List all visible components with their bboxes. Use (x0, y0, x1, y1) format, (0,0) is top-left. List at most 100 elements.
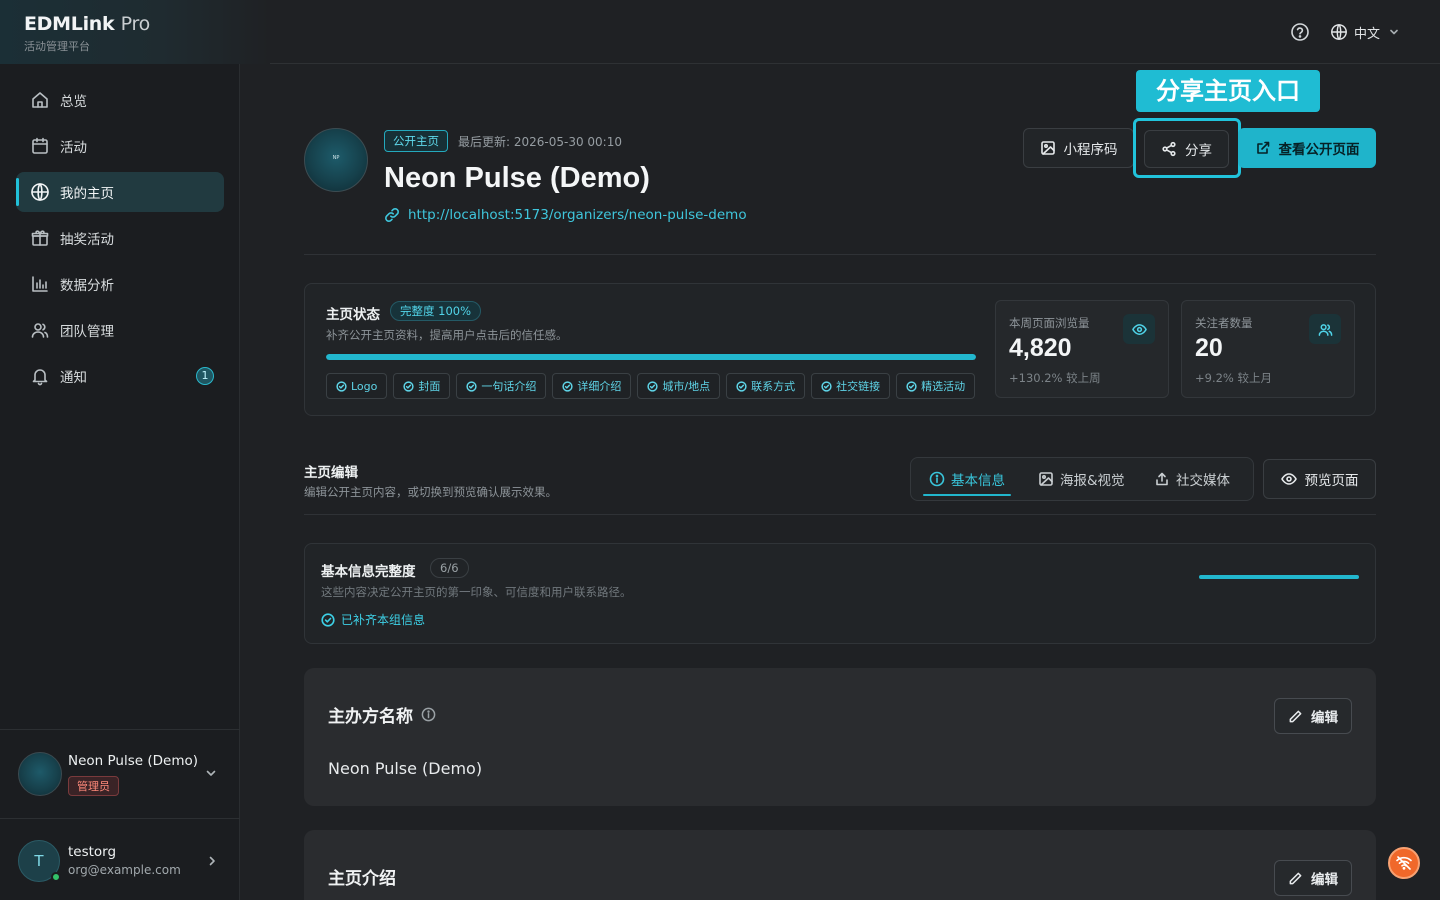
preview-label: 预览页面 (1304, 473, 1359, 489)
divider (0, 818, 240, 819)
user-name: testorg (68, 844, 117, 860)
tab-social-media[interactable]: 社交媒体 (1154, 458, 1230, 500)
chip-label: Logo (351, 379, 378, 393)
chevron-down-icon (1390, 29, 1398, 35)
brand-title: EDMLink Pro (24, 13, 150, 35)
edit-organizer-name-button[interactable]: 编辑 (1274, 698, 1352, 734)
tab-label: 社交媒体 (1176, 473, 1230, 489)
view-public-page-button[interactable]: 查看公开页面 (1238, 128, 1376, 168)
completed-item-chip: 城市/地点 (637, 373, 721, 399)
top-bar: EDMLink Pro 活动管理平台 中文 (0, 0, 1440, 64)
public-url-link[interactable]: http://localhost:5173/organizers/neon-pu… (384, 207, 747, 223)
check-circle-icon (736, 380, 747, 392)
eye-icon (1123, 314, 1155, 344)
chip-label: 城市/地点 (662, 380, 711, 393)
status-description: 补齐公开主页资料，提高用户点击后的信任感。 (326, 328, 568, 342)
stat-delta: +130.2% 较上周 (1009, 371, 1101, 385)
link-icon (385, 208, 399, 222)
bar-chart-icon (32, 276, 48, 292)
tab-basic-info[interactable]: 基本信息 (923, 458, 1011, 500)
pencil-icon (1289, 710, 1302, 722)
help-icon[interactable] (1290, 22, 1310, 42)
check-circle-icon (321, 612, 335, 627)
network-status-button[interactable] (1388, 847, 1420, 879)
info-icon (929, 471, 945, 487)
check-circle-icon (562, 380, 574, 392)
completed-item-chip: 封面 (393, 373, 451, 399)
check-circle-icon (821, 380, 832, 392)
check-circle-icon (647, 380, 659, 392)
globe-icon (1331, 24, 1347, 40)
chip-label: 精选活动 (921, 380, 966, 393)
followers-stat: 关注者数量 20 +9.2% 较上月 (1181, 300, 1355, 398)
upload-icon (1156, 472, 1168, 486)
sidebar-item-label: 总览 (60, 94, 87, 110)
language-selector[interactable]: 中文 (1330, 20, 1400, 44)
completed-item-chip: 社交链接 (811, 373, 891, 399)
completeness-count: 6/6 (430, 558, 469, 578)
wifi-off-icon (1396, 856, 1412, 870)
check-circle-icon (466, 380, 478, 392)
completed-item-chip: 联系方式 (726, 373, 806, 399)
org-name: Neon Pulse (Demo) (68, 753, 198, 769)
share-callout-label: 分享主页入口 (1136, 70, 1320, 112)
preview-page-button[interactable]: 预览页面 (1263, 459, 1376, 499)
brand-suffix: Pro (120, 13, 151, 35)
chip-label: 封面 (418, 380, 441, 393)
editor-description: 编辑公开主页内容，或切换到预览确认展示效果。 (304, 485, 557, 499)
page-title: Neon Pulse (Demo) (384, 162, 650, 194)
user-email: org@example.com (68, 863, 181, 877)
sidebar-item-label: 通知 (60, 370, 87, 386)
org-switcher[interactable]: Neon Pulse (Demo) 管理员 (16, 750, 224, 800)
completeness-description: 这些内容决定公开主页的第一印象、可信度和用户联系路径。 (321, 585, 632, 599)
globe-icon (31, 183, 49, 201)
edit-label: 编辑 (1311, 872, 1338, 888)
basic-info-completeness-card: 基本信息完整度 6/6 这些内容决定公开主页的第一印象、可信度和用户联系路径。 … (304, 543, 1376, 644)
chevron-right-icon (209, 856, 215, 866)
editor-title: 主页编辑 (304, 465, 358, 481)
tab-poster-visuals[interactable]: 海报&视觉 (1038, 458, 1125, 500)
brand-subtitle: 活动管理平台 (24, 40, 90, 53)
logo-text: NP (332, 155, 340, 161)
sidebar-item-label: 我的主页 (60, 186, 114, 202)
completed-item-chip: 一句话介绍 (456, 373, 547, 399)
page-status-card: 主页状态 完整度 100% 补齐公开主页资料，提高用户点击后的信任感。 Logo… (304, 283, 1376, 416)
sidebar-item-my-homepage[interactable]: 我的主页 (16, 172, 224, 212)
completed-items: Logo 封面 一句话介绍 详细介绍 城市/地点 联系方式 社交链接 精选活动 (326, 373, 976, 399)
sidebar-item-notifications[interactable]: 通知 1 (16, 356, 224, 396)
sidebar-item-lottery[interactable]: 抽奖活动 (16, 218, 224, 258)
sidebar-item-label: 抽奖活动 (60, 232, 114, 248)
user-profile[interactable]: T testorg org@example.com (16, 838, 224, 886)
completeness-progress-bar (1199, 575, 1359, 579)
chip-label: 一句话介绍 (481, 380, 537, 393)
brand-name: EDMLink (24, 13, 115, 35)
calendar-icon (32, 137, 48, 154)
sidebar-item-label: 数据分析 (60, 278, 114, 294)
completeness-progress-bar (326, 354, 976, 360)
info-icon[interactable] (421, 707, 436, 722)
edit-page-intro-button[interactable]: 编辑 (1274, 860, 1352, 896)
users-icon (31, 323, 49, 338)
tab-label: 海报&视觉 (1060, 473, 1125, 489)
public-page-tag: 公开主页 (384, 130, 448, 152)
completeness-status: 已补齐本组信息 (321, 611, 425, 628)
public-url: http://localhost:5173/organizers/neon-pu… (408, 207, 747, 223)
organizer-name-card: 主办方名称 Neon Pulse (Demo) 编辑 (304, 668, 1376, 806)
completeness-status-label: 已补齐本组信息 (341, 613, 426, 627)
view-public-label: 查看公开页面 (1278, 142, 1360, 158)
home-icon (32, 92, 48, 108)
field-title: 主页介绍 (328, 864, 396, 889)
sidebar-item-events[interactable]: 活动 (16, 126, 224, 166)
sidebar-item-analytics[interactable]: 数据分析 (16, 264, 224, 304)
miniprogram-code-button[interactable]: 小程序码 (1023, 128, 1134, 168)
sidebar-item-overview[interactable]: 总览 (16, 80, 224, 120)
organizer-logo: NP (304, 128, 368, 192)
miniprogram-label: 小程序码 (1063, 142, 1118, 158)
stat-delta: +9.2% 较上月 (1195, 371, 1273, 385)
completed-item-chip: 精选活动 (896, 373, 976, 399)
online-status-dot (51, 872, 61, 882)
role-badge: 管理员 (68, 776, 119, 796)
sidebar-item-team[interactable]: 团队管理 (16, 310, 224, 350)
completed-item-chip: 详细介绍 (552, 373, 632, 399)
sidebar-item-label: 团队管理 (60, 324, 114, 340)
